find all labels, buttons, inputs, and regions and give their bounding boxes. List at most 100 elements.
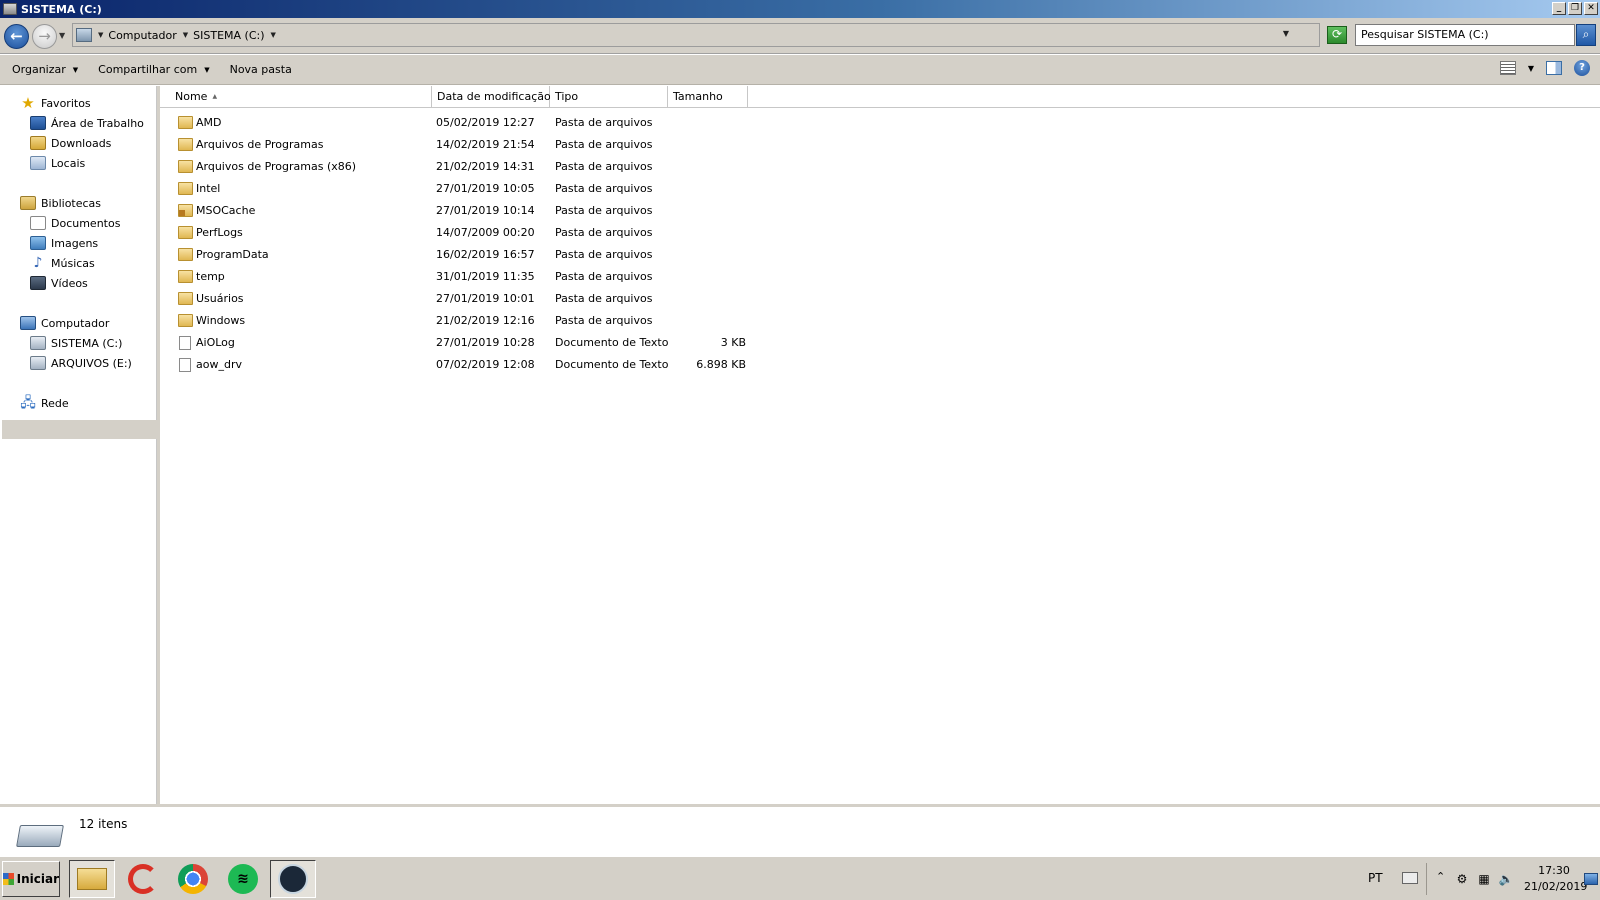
organize-button[interactable]: Organizar ▼ — [12, 63, 78, 76]
nav-item-images[interactable]: Imagens — [30, 234, 98, 252]
file-name: temp — [196, 270, 225, 283]
column-header-name[interactable]: Nome ▲ — [160, 86, 432, 108]
start-button[interactable]: Iniciar — [2, 861, 60, 897]
help-icon[interactable]: ? — [1574, 60, 1590, 76]
show-hidden-icons-icon[interactable]: ⌃ — [1436, 870, 1445, 883]
chevron-right-icon[interactable]: ▼ — [98, 31, 103, 39]
file-name: Intel — [196, 182, 221, 195]
table-row[interactable]: Intel 27/01/2019 10:05 Pasta de arquivos — [160, 178, 760, 200]
table-row[interactable]: aow_drv 07/02/2019 12:08 Documento de Text… — [160, 354, 760, 376]
folder-icon — [178, 182, 193, 195]
recent-pages-chevron-icon[interactable]: ▼ — [59, 31, 65, 40]
nav-item-locais[interactable]: Locais — [30, 154, 85, 172]
file-name: PerfLogs — [196, 226, 243, 239]
table-row[interactable]: AMD 05/02/2019 12:27 Pasta de arquivos — [160, 112, 760, 134]
table-row[interactable]: MSOCache 27/01/2019 10:14 Pasta de arquivo… — [160, 200, 760, 222]
language-indicator[interactable]: PT — [1368, 871, 1383, 885]
preview-pane-icon[interactable] — [1546, 61, 1562, 75]
breadcrumb-computer[interactable]: Computador — [108, 29, 176, 42]
file-name: ProgramData — [196, 248, 269, 261]
desktop-icon — [30, 116, 46, 130]
pictures-icon — [30, 236, 46, 250]
chevron-right-icon[interactable]: ▼ — [183, 31, 188, 39]
back-button[interactable]: ← — [4, 24, 29, 49]
address-field[interactable]: ▼ Computador ▼ SISTEMA (C:) ▼ ▼ — [72, 23, 1320, 47]
details-view-icon[interactable] — [1499, 61, 1516, 75]
windows-logo-icon — [3, 873, 14, 885]
nav-item-drive-e[interactable]: ARQUIVOS (E:) — [30, 354, 132, 372]
chevron-down-icon[interactable]: ▼ — [1528, 64, 1534, 73]
nav-item-downloads[interactable]: Downloads — [30, 134, 111, 152]
file-type: Pasta de arquivos — [555, 138, 653, 151]
new-folder-button[interactable]: Nova pasta — [230, 63, 292, 76]
nav-item-videos[interactable]: Vídeos — [30, 274, 88, 292]
file-type: Pasta de arquivos — [555, 116, 653, 129]
nav-label: ARQUIVOS (E:) — [51, 356, 132, 370]
volume-icon[interactable]: 🔈 — [1498, 871, 1514, 887]
address-history-chevron-icon[interactable]: ▼ — [1283, 29, 1289, 38]
file-type: Pasta de arquivos — [555, 270, 653, 283]
chevron-right-icon[interactable]: ▼ — [271, 31, 276, 39]
clock-date: 21/02/2019 — [1524, 880, 1588, 893]
forward-button[interactable]: → — [32, 24, 57, 49]
column-header-size[interactable]: Tamanho — [668, 86, 748, 108]
file-size: 3 KB — [720, 336, 746, 349]
table-row[interactable]: AiOLog 27/01/2019 10:28 Documento de Texto… — [160, 332, 760, 354]
file-type: Pasta de arquivos — [555, 248, 653, 261]
column-header-modified[interactable]: Data de modificação — [432, 86, 551, 108]
show-desktop-icon[interactable] — [1584, 873, 1598, 885]
taskbar-app-steam[interactable] — [270, 860, 316, 898]
share-button[interactable]: Compartilhar com ▼ — [98, 63, 209, 76]
file-name: AMD — [196, 116, 222, 129]
text-file-icon — [179, 336, 191, 350]
address-bar: ← → ▼ ▼ Computador ▼ SISTEMA (C:) ▼ ▼ ⟳ … — [0, 18, 1600, 54]
folder-icon — [178, 270, 193, 283]
documents-icon — [30, 216, 46, 230]
item-count: 12 itens — [79, 817, 128, 831]
folder-icon — [77, 868, 107, 890]
table-row[interactable]: Arquivos de Programas 14/02/2019 21:54 Pas… — [160, 134, 760, 156]
table-row[interactable]: Usuários 27/01/2019 10:01 Pasta de arquivo… — [160, 288, 760, 310]
computer-icon — [20, 316, 36, 330]
nav-item-music[interactable]: ♪ Músicas — [30, 254, 95, 272]
file-list: Nome ▲ Data de modificação Tipo Tamanho A… — [160, 86, 1600, 804]
search-input[interactable]: Pesquisar SISTEMA (C:) — [1355, 24, 1575, 46]
network-tray-icon[interactable]: ▦ — [1476, 871, 1492, 887]
minimize-button[interactable]: _ — [1552, 2, 1566, 15]
taskbar-app-chrome[interactable] — [170, 860, 216, 898]
nav-favorites[interactable]: ★ Favoritos — [20, 94, 90, 112]
table-row[interactable]: Windows 21/02/2019 12:16 Pasta de arquivos — [160, 310, 760, 332]
taskbar-app-explorer[interactable] — [69, 860, 115, 898]
refresh-button[interactable]: ⟳ — [1327, 26, 1347, 44]
clock[interactable]: 17:30 21/02/2019 — [1524, 863, 1588, 895]
drive-icon — [16, 825, 64, 847]
keyboard-icon[interactable] — [1402, 872, 1418, 884]
file-type: Documento de Texto — [555, 336, 669, 349]
restore-button[interactable]: ❐ — [1568, 2, 1582, 15]
steam-tray-icon[interactable]: ⚙ — [1454, 871, 1470, 887]
nav-item-desktop[interactable]: Área de Trabalho — [30, 114, 144, 132]
nav-computer[interactable]: Computador — [20, 314, 109, 332]
column-header-type[interactable]: Tipo — [550, 86, 668, 108]
nav-libraries[interactable]: Bibliotecas — [20, 194, 101, 212]
close-button[interactable]: ✕ — [1584, 2, 1598, 15]
tray-divider — [1426, 863, 1427, 895]
table-row[interactable]: temp 31/01/2019 11:35 Pasta de arquivos — [160, 266, 760, 288]
clock-time: 17:30 — [1538, 864, 1570, 877]
folder-icon — [178, 248, 193, 261]
file-modified: 31/01/2019 11:35 — [436, 270, 535, 283]
search-icon[interactable]: ⌕ — [1576, 24, 1596, 46]
table-row[interactable]: ProgramData 16/02/2019 16:57 Pasta de arqu… — [160, 244, 760, 266]
nav-network[interactable]: 🖧 Rede — [20, 394, 69, 412]
table-row[interactable]: PerfLogs 14/07/2009 00:20 Pasta de arquivo… — [160, 222, 760, 244]
nav-label: Rede — [41, 396, 69, 410]
taskbar-app-spotify[interactable]: ≋ — [220, 860, 266, 898]
nav-item-documents[interactable]: Documentos — [30, 214, 120, 232]
taskbar-app-ccleaner[interactable] — [120, 860, 166, 898]
file-modified: 05/02/2019 12:27 — [436, 116, 535, 129]
nav-item-drive-c[interactable]: SISTEMA (C:) — [30, 334, 122, 352]
table-row[interactable]: Arquivos de Programas (x86) 21/02/2019 14… — [160, 156, 760, 178]
breadcrumb-drive-c[interactable]: SISTEMA (C:) — [193, 29, 264, 42]
drive-icon — [30, 336, 46, 350]
folder-icon — [178, 160, 193, 173]
